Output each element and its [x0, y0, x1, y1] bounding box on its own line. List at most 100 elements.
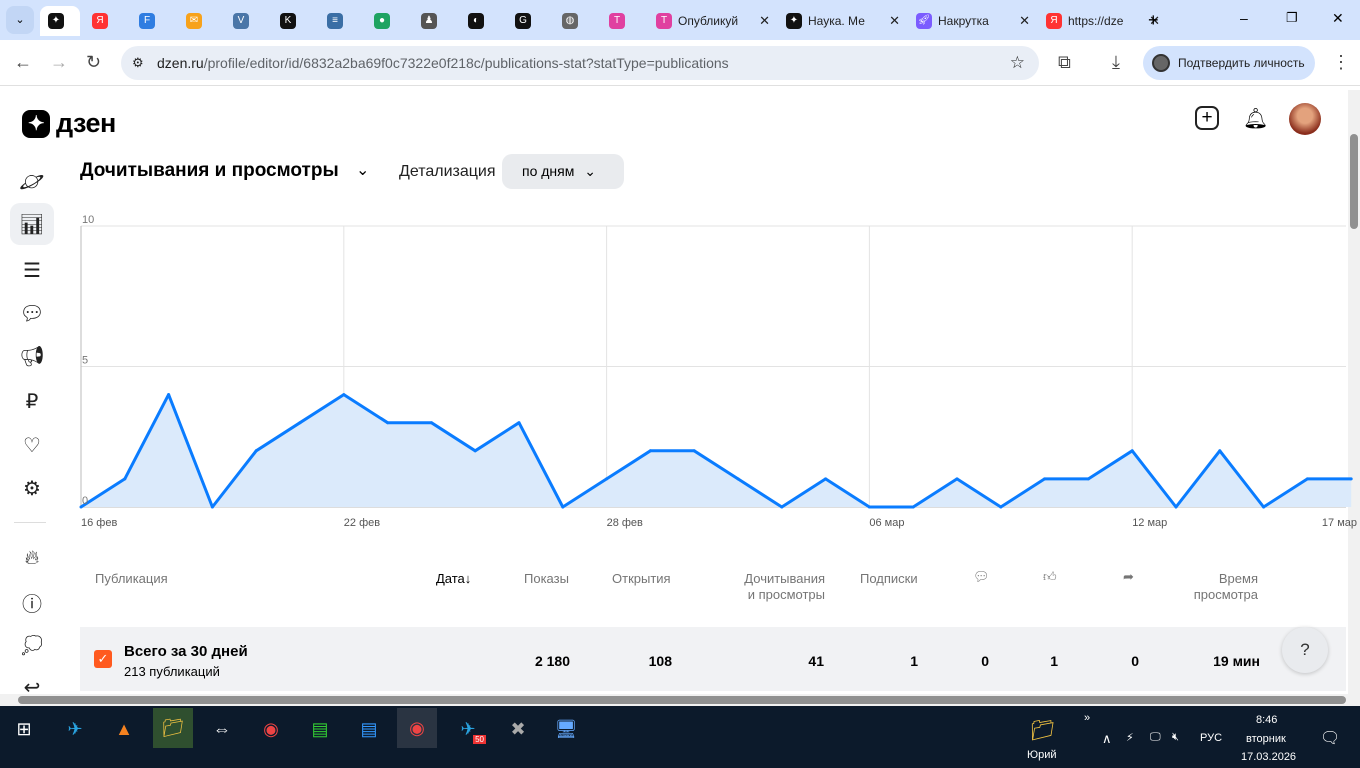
telegram-2-icon[interactable]: ✈ 50	[448, 712, 488, 746]
browser-tab[interactable]: T Опубликуй ✕	[648, 6, 778, 36]
total-checkbox[interactable]: ✓	[94, 650, 112, 668]
comment-icon[interactable]: 💬︎	[973, 569, 990, 585]
col-shows[interactable]: Показы	[524, 571, 569, 587]
browser-tab[interactable]: ✦	[40, 6, 80, 36]
horizontal-scroll-thumb[interactable]	[18, 696, 1346, 704]
reload-icon[interactable]: ↻	[86, 52, 101, 73]
chevron-down-icon[interactable]: ⌄	[356, 160, 369, 180]
data-point	[1174, 505, 1178, 509]
browser-tab[interactable]: ≡	[319, 6, 366, 36]
profile-avatar-icon	[1152, 54, 1170, 72]
browser-tab[interactable]: F	[131, 6, 178, 36]
bookmark-star-icon[interactable]: ☆	[1010, 46, 1025, 80]
col-subs[interactable]: Подписки	[860, 571, 918, 587]
browser-tab[interactable]: ✦ Наука. Ме ✕	[778, 6, 908, 36]
data-point	[692, 449, 696, 453]
language-indicator[interactable]: РУС	[1200, 732, 1222, 744]
x-tick-label: 22 фев	[344, 517, 380, 529]
sidebar-donate-icon[interactable]: ♡	[10, 424, 54, 466]
extensions-icon[interactable]: ⧉	[1058, 52, 1071, 73]
network-app-icon[interactable]: 🖥︎	[546, 712, 586, 746]
sidebar-stats-icon[interactable]: 📊︎	[10, 203, 54, 245]
close-window-button[interactable]: ✕	[1332, 10, 1344, 27]
windows-start-icon[interactable]: ⊞	[4, 712, 44, 746]
data-point	[867, 505, 871, 509]
telegram-icon[interactable]: ✈	[55, 712, 95, 746]
user-folder-icon[interactable]: 📁︎	[1030, 718, 1055, 743]
sidebar-ruble-icon[interactable]: ₽	[10, 380, 54, 422]
sidebar-promo-icon[interactable]: 📢︎	[10, 335, 54, 377]
f-icon: F	[139, 13, 155, 29]
bell-icon[interactable]: 🔔︎	[1243, 106, 1268, 131]
menu-dots-icon[interactable]: ⋮	[1332, 52, 1350, 73]
col-reads[interactable]: Дочитывания и просмотры	[730, 571, 825, 603]
globe-icon: ◍	[562, 13, 578, 29]
browser-tab[interactable]: ✉	[178, 6, 225, 36]
data-point	[473, 449, 477, 453]
back-icon[interactable]: ←	[14, 52, 32, 73]
sidebar-publications-icon[interactable]: ☰	[10, 249, 54, 291]
like-icon[interactable]: 👍︎	[1043, 569, 1057, 585]
maximize-button[interactable]: ❐	[1286, 10, 1298, 26]
tab-close-icon[interactable]: ✕	[759, 13, 770, 29]
data-point	[1218, 449, 1222, 453]
detail-select[interactable]: по дням ⌄	[502, 154, 624, 189]
download-icon[interactable]: ⤓	[1112, 52, 1120, 73]
app-black-icon[interactable]: ✖	[498, 712, 538, 746]
browser-tab[interactable]: T	[601, 6, 648, 36]
user-avatar[interactable]	[1289, 103, 1321, 135]
sidebar-help-icon[interactable]: ⓘ	[10, 581, 54, 623]
browser-tab[interactable]: 🚀︎ Накрутка ✕	[908, 6, 1038, 36]
help-button[interactable]: ?	[1282, 627, 1328, 673]
col-time[interactable]: Время просмотра	[1180, 571, 1258, 603]
address-bar[interactable]: ⚙ dzen.ru/profile/editor/id/6832a2ba69f0…	[121, 46, 1039, 80]
new-tab-button[interactable]: +	[1148, 10, 1159, 31]
chatgpt-icon: ◐	[468, 13, 484, 29]
power-icon[interactable]: ⚡︎	[1126, 731, 1134, 744]
tab-close-icon[interactable]: ✕	[889, 13, 900, 29]
tray-chevron-icon[interactable]: ∧	[1102, 731, 1112, 747]
chrome-icon[interactable]: ◉	[251, 712, 291, 746]
y-tick-label: 5	[82, 355, 88, 367]
chevron-down-icon: ⌄	[584, 163, 596, 179]
calc-icon[interactable]: ▤	[300, 712, 340, 746]
page-title[interactable]: Дочитывания и просмотры	[80, 160, 339, 182]
forward-icon[interactable]: →	[50, 52, 68, 73]
create-plus-icon[interactable]: +	[1195, 106, 1219, 130]
sidebar-planet-icon[interactable]: 🪐︎	[10, 160, 54, 202]
notifications-icon[interactable]: 🗨︎	[1320, 728, 1340, 748]
chrome-active-icon[interactable]: ◉	[397, 708, 437, 748]
browser-tab[interactable]: ♟	[413, 6, 460, 36]
verify-identity-button[interactable]: Подтвердить личность	[1143, 46, 1315, 80]
vertical-scroll-thumb[interactable]	[1350, 134, 1358, 229]
minimize-button[interactable]: –	[1240, 10, 1248, 26]
dzen-logo[interactable]: ✦ дзен	[22, 108, 116, 139]
browser-tab[interactable]: Я	[84, 6, 131, 36]
total-time: 19 мин	[1213, 653, 1260, 669]
vlc-icon[interactable]: ▲	[104, 712, 144, 746]
sidebar-comments-icon[interactable]: 💬︎	[10, 292, 54, 334]
k-icon: K	[280, 13, 296, 29]
tab-close-icon[interactable]: ✕	[1019, 13, 1030, 29]
browser-tab[interactable]: ◐	[460, 6, 507, 36]
browser-tab[interactable]: G	[507, 6, 554, 36]
sidebar-chat-icon[interactable]: 💭︎	[10, 624, 54, 666]
browser-tab[interactable]: V	[225, 6, 272, 36]
tab-search-button[interactable]: ⌄	[6, 6, 34, 34]
clock-time[interactable]: 8:46	[1256, 714, 1277, 726]
teamviewer-icon[interactable]: ⇔	[202, 712, 242, 746]
share-icon[interactable]: ➦	[1123, 569, 1134, 585]
file-explorer-icon[interactable]: 📁︎	[153, 708, 193, 748]
col-opens[interactable]: Открытия	[612, 571, 671, 587]
volume-muted-icon[interactable]: 🔇︎	[1172, 731, 1179, 744]
browser-tab[interactable]: ●	[366, 6, 413, 36]
col-date-sort[interactable]: Дата↓	[436, 571, 471, 587]
browser-tab[interactable]: K	[272, 6, 319, 36]
network-icon[interactable]: 🖵︎	[1150, 731, 1161, 744]
toolbar-expand-icon[interactable]: »	[1084, 712, 1090, 724]
browser-tab[interactable]: ◍	[554, 6, 601, 36]
site-info-icon[interactable]: ⚙	[132, 46, 144, 80]
sidebar-settings-icon[interactable]: ⚙	[10, 467, 54, 509]
sidebar-fire-icon[interactable]: 🔥︎	[10, 537, 54, 579]
writer-icon[interactable]: ▤	[349, 712, 389, 746]
